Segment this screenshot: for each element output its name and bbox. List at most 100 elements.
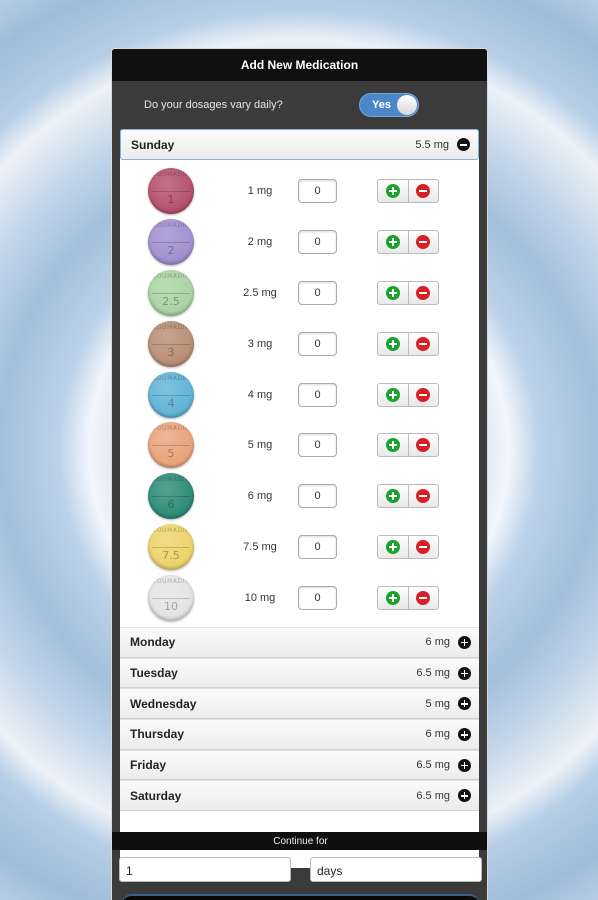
dose-quantity-input[interactable]: 0 [298, 382, 337, 407]
pill-strength-text: 1 [167, 193, 175, 207]
day-header-thursday[interactable]: Thursday 6 mg [120, 719, 479, 750]
quantity-stepper [377, 433, 439, 458]
day-total: 6.5 mg [416, 789, 450, 802]
remove-dose-button[interactable] [407, 281, 439, 304]
quantity-stepper [377, 280, 439, 305]
dose-quantity-input[interactable]: 0 [298, 534, 337, 559]
plus-icon [385, 235, 400, 250]
dose-quantity-input[interactable]: 0 [298, 433, 337, 458]
continue-inputs: 1 days [119, 857, 482, 882]
remove-dose-button[interactable] [407, 383, 439, 406]
dose-row: COUMADIN 2 2 mg 0 [120, 217, 479, 268]
vary-daily-row: Do your dosages vary daily? Yes [112, 81, 487, 129]
day-name: Friday [130, 758, 167, 773]
remove-dose-button[interactable] [407, 485, 439, 508]
add-dose-button[interactable] [378, 231, 408, 253]
dose-row: COUMADIN 2.5 2.5 mg 0 [120, 268, 479, 319]
day-name: Saturday [130, 788, 182, 803]
dose-row: COUMADIN 1 1 mg 0 [120, 166, 479, 217]
dose-quantity-input[interactable]: 0 [298, 331, 337, 356]
pill-image: COUMADIN 2 [148, 219, 194, 266]
plus-icon [385, 539, 400, 554]
day-total: 6 mg [425, 636, 450, 649]
day-header-wednesday[interactable]: Wednesday 5 mg [120, 688, 479, 720]
day-total: 6 mg [425, 728, 450, 741]
dose-row: COUMADIN 7.5 7.5 mg 0 [120, 522, 479, 573]
dose-label: 5 mg [247, 439, 273, 452]
add-dose-button[interactable] [378, 384, 408, 406]
pill-brand-text: COUMADIN [152, 323, 190, 331]
day-header-monday[interactable]: Monday 6 mg [120, 627, 479, 658]
pill-brand-text: COUMADIN [152, 171, 190, 179]
quantity-stepper [377, 230, 439, 255]
dose-label: 6 mg [247, 490, 273, 503]
dose-quantity-input[interactable]: 0 [298, 280, 337, 305]
plus-circle-icon[interactable] [458, 727, 471, 741]
quantity-stepper [377, 534, 439, 559]
plus-icon [385, 184, 400, 199]
pill-strength-text: 2.5 [162, 294, 180, 308]
toggle-label: Yes [372, 99, 391, 111]
plus-circle-icon[interactable] [458, 697, 471, 711]
dose-quantity-input[interactable]: 0 [298, 585, 337, 610]
pill-brand-text: COUMADIN [152, 577, 190, 585]
plus-circle-icon[interactable] [458, 789, 471, 803]
bottom-action-bar[interactable] [122, 894, 479, 900]
quantity-stepper [377, 382, 439, 407]
dose-label: 4 mg [247, 388, 273, 401]
add-medication-dialog: Add New Medication Do your dosages vary … [111, 48, 488, 900]
pill-image: COUMADIN 7.5 [148, 523, 194, 570]
add-dose-button[interactable] [378, 282, 408, 304]
day-header-friday[interactable]: Friday 6.5 mg [120, 749, 479, 781]
remove-dose-button[interactable] [407, 586, 439, 609]
remove-dose-button[interactable] [407, 180, 439, 203]
continue-count-input[interactable]: 1 [119, 857, 291, 882]
pill-score-line [152, 546, 190, 548]
day-name: Monday [130, 635, 176, 650]
continue-unit-select[interactable]: days [310, 857, 482, 882]
dose-label: 2.5 mg [243, 286, 277, 299]
add-dose-button[interactable] [378, 434, 408, 456]
pill-score-line [152, 242, 190, 244]
plus-icon [385, 590, 400, 605]
dose-label: 7.5 mg [243, 540, 277, 553]
day-header-saturday[interactable]: Saturday 6.5 mg [120, 780, 479, 812]
pill-strength-text: 2 [167, 244, 175, 258]
pill-image: COUMADIN 6 [148, 473, 194, 520]
minus-icon [416, 438, 431, 453]
dose-label: 2 mg [247, 236, 273, 249]
remove-dose-button[interactable] [407, 332, 439, 355]
day-header-sunday[interactable]: Sunday 5.5 mg [120, 129, 479, 160]
vary-daily-toggle[interactable]: Yes [359, 93, 419, 117]
add-dose-button[interactable] [378, 587, 408, 609]
remove-dose-button[interactable] [407, 434, 439, 457]
pill-image: COUMADIN 1 [148, 168, 194, 215]
add-dose-button[interactable] [378, 333, 408, 355]
remove-dose-button[interactable] [407, 231, 439, 254]
pill-brand-text: COUMADIN [152, 425, 190, 433]
day-name: Tuesday [130, 666, 178, 681]
add-dose-button[interactable] [378, 536, 408, 558]
add-dose-button[interactable] [378, 180, 408, 202]
dose-quantity-input[interactable]: 0 [298, 230, 337, 255]
toggle-knob [397, 95, 417, 115]
minus-circle-icon[interactable] [457, 138, 470, 151]
dose-quantity-input[interactable]: 0 [298, 484, 337, 509]
day-header-tuesday[interactable]: Tuesday 6.5 mg [120, 657, 479, 689]
remove-dose-button[interactable] [407, 535, 439, 558]
minus-icon [416, 387, 431, 402]
plus-icon [385, 285, 400, 300]
pill-score-line [152, 496, 190, 498]
minus-icon [416, 489, 431, 504]
plus-circle-icon[interactable] [458, 635, 471, 649]
plus-circle-icon[interactable] [458, 666, 471, 680]
dose-row: COUMADIN 10 10 mg 0 [120, 572, 479, 623]
collapsed-days: Monday 6 mg Tuesday 6.5 mg Wednesday 5 m… [120, 627, 479, 812]
plus-circle-icon[interactable] [458, 758, 471, 772]
minus-icon [416, 539, 431, 554]
plus-icon [385, 387, 400, 402]
minus-icon [416, 336, 431, 351]
add-dose-button[interactable] [378, 485, 408, 507]
dose-quantity-input[interactable]: 0 [298, 179, 337, 204]
pill-strength-text: 6 [167, 498, 175, 512]
